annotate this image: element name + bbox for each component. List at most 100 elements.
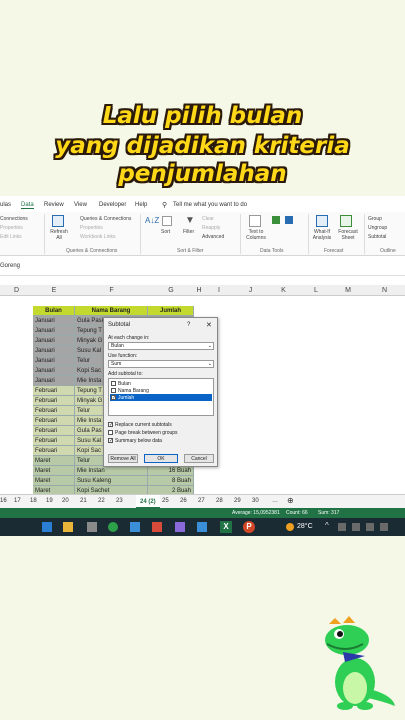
column-header-d[interactable]: D bbox=[0, 285, 33, 296]
taskbar-app-icon[interactable] bbox=[87, 522, 97, 532]
cancel-button[interactable]: Cancel bbox=[184, 454, 214, 463]
subtotal-button[interactable]: Subtotal bbox=[368, 234, 386, 240]
sheet-tab[interactable]: 19 bbox=[46, 498, 53, 504]
refresh-all-button[interactable]: Refresh All bbox=[50, 229, 68, 241]
table-cell[interactable]: Februari bbox=[33, 406, 75, 416]
sheet-tab[interactable]: 28 bbox=[216, 498, 223, 504]
group-button[interactable]: Group bbox=[368, 216, 382, 222]
table-header-jumlah[interactable]: Jumlah bbox=[148, 306, 194, 316]
column-header-f[interactable]: F bbox=[75, 285, 148, 296]
advanced-button[interactable]: Advanced bbox=[202, 234, 224, 240]
column-header-n[interactable]: N bbox=[364, 285, 405, 296]
table-cell[interactable]: Januari bbox=[33, 326, 75, 336]
column-header-g[interactable]: G bbox=[148, 285, 194, 296]
sheet-tab-active[interactable]: 24 (2) bbox=[136, 495, 160, 508]
table-cell[interactable]: Januari bbox=[33, 346, 75, 356]
workbook-links-button[interactable]: Workbook Links bbox=[80, 234, 115, 240]
checkbox-nama-barang[interactable] bbox=[111, 388, 116, 393]
table-header-bulan[interactable]: Bulan bbox=[33, 306, 75, 316]
table-cell[interactable]: Januari bbox=[33, 316, 75, 326]
sheet-tab[interactable]: 21 bbox=[80, 498, 87, 504]
table-cell[interactable]: Mie Instan bbox=[75, 466, 148, 476]
menu-developer[interactable]: Developer bbox=[99, 202, 126, 208]
table-header-nama-barang[interactable]: Nama Barang bbox=[75, 306, 148, 316]
sheet-tab[interactable]: 25 bbox=[162, 498, 169, 504]
text-to-columns-button[interactable]: Text to Columns bbox=[244, 229, 268, 241]
help-icon[interactable]: ? bbox=[187, 322, 190, 328]
volume-icon[interactable] bbox=[380, 523, 388, 531]
use-function-dropdown[interactable]: Sum ⌄ bbox=[108, 360, 214, 368]
table-cell[interactable]: Februari bbox=[33, 426, 75, 436]
tray-icon[interactable] bbox=[352, 523, 360, 531]
add-sheet-icon[interactable]: ⊕ bbox=[287, 496, 294, 505]
sheet-tab[interactable]: 17 bbox=[14, 498, 21, 504]
table-cell[interactable]: Februari bbox=[33, 446, 75, 456]
more-sheets-icon[interactable]: … bbox=[272, 498, 278, 504]
sort-button[interactable]: Sort bbox=[161, 229, 170, 235]
table-cell[interactable]: Februari bbox=[33, 436, 75, 446]
formula-bar[interactable]: Goreng bbox=[0, 256, 405, 276]
what-if-analysis-button[interactable]: What-If Analysis bbox=[311, 229, 333, 241]
replace-current-checkbox[interactable]: ✓ bbox=[108, 422, 113, 428]
column-header-m[interactable]: M bbox=[332, 285, 364, 296]
tell-me-search[interactable]: Tell me what you want to do bbox=[173, 202, 247, 208]
taskbar-app-icon[interactable] bbox=[175, 522, 185, 532]
table-cell[interactable]: 16 Buah bbox=[148, 466, 194, 476]
sheet-tab[interactable]: 22 bbox=[98, 498, 105, 504]
sheet-tab[interactable]: 18 bbox=[30, 498, 37, 504]
clear-button[interactable]: Clear bbox=[202, 216, 214, 222]
sheet-tab[interactable]: 27 bbox=[198, 498, 205, 504]
sheet-tab[interactable]: 23 bbox=[116, 498, 123, 504]
sheet-tab[interactable]: 16 bbox=[0, 498, 7, 504]
at-each-change-dropdown[interactable]: Bulan ⌄ bbox=[108, 342, 214, 350]
sheet-tab[interactable]: 26 bbox=[180, 498, 187, 504]
table-cell[interactable]: Januari bbox=[33, 366, 75, 376]
table-cell[interactable]: Maret bbox=[33, 466, 75, 476]
sheet-tab[interactable]: 29 bbox=[234, 498, 241, 504]
close-icon[interactable]: ✕ bbox=[206, 321, 212, 329]
column-header-i[interactable]: I bbox=[204, 285, 234, 296]
table-cell[interactable]: Maret bbox=[33, 456, 75, 466]
table-cell[interactable]: Susu Kaleng bbox=[75, 476, 148, 486]
menu-data[interactable]: Data bbox=[21, 202, 34, 209]
excel-taskbar-icon[interactable]: X bbox=[220, 521, 232, 533]
edit-links-button[interactable]: Edit Links bbox=[0, 234, 22, 240]
column-header-j[interactable]: J bbox=[234, 285, 267, 296]
ungroup-button[interactable]: Ungroup bbox=[368, 225, 387, 231]
table-cell[interactable]: Februari bbox=[33, 396, 75, 406]
table-cell[interactable]: Maret bbox=[33, 476, 75, 486]
add-subtotal-list[interactable]: Bulan Nama Barang ✓ Jumlah bbox=[108, 378, 214, 416]
table-cell[interactable]: Februari bbox=[33, 416, 75, 426]
table-cell[interactable]: Januari bbox=[33, 336, 75, 346]
page-break-checkbox[interactable] bbox=[108, 430, 113, 435]
checkbox-bulan[interactable] bbox=[111, 381, 116, 386]
taskbar-app-icon[interactable] bbox=[130, 522, 140, 532]
queries-connections-button[interactable]: Queries & Connections bbox=[80, 216, 131, 222]
column-header-e[interactable]: E bbox=[33, 285, 75, 296]
queries-properties-button[interactable]: Properties bbox=[80, 225, 103, 231]
filter-button[interactable]: Filter bbox=[183, 229, 194, 235]
menu-view[interactable]: View bbox=[74, 202, 87, 208]
column-header-k[interactable]: K bbox=[267, 285, 300, 296]
connections-button[interactable]: Connections bbox=[0, 216, 28, 222]
checkbox-jumlah[interactable]: ✓ bbox=[111, 395, 116, 401]
menu-help[interactable]: Help bbox=[135, 202, 147, 208]
table-cell[interactable]: Januari bbox=[33, 356, 75, 366]
tray-icon[interactable] bbox=[338, 523, 346, 531]
remove-all-button[interactable]: Remove All bbox=[108, 454, 138, 463]
table-cell[interactable]: Februari bbox=[33, 386, 75, 396]
properties-button[interactable]: Properties bbox=[0, 225, 23, 231]
summary-below-checkbox[interactable]: ✓ bbox=[108, 438, 113, 444]
ok-button[interactable]: OK bbox=[144, 454, 178, 463]
column-header-l[interactable]: L bbox=[300, 285, 332, 296]
menu-formulas[interactable]: ulas bbox=[0, 202, 11, 208]
table-cell[interactable]: 8 Buah bbox=[148, 476, 194, 486]
windows-start-icon[interactable] bbox=[42, 522, 52, 532]
chrome-icon[interactable] bbox=[108, 522, 118, 532]
tray-chevron-icon[interactable]: ^ bbox=[325, 521, 329, 530]
wifi-icon[interactable] bbox=[366, 523, 374, 531]
taskbar-app-icon[interactable] bbox=[197, 522, 207, 532]
file-explorer-icon[interactable] bbox=[63, 522, 73, 532]
powerpoint-taskbar-icon[interactable]: P bbox=[243, 521, 255, 533]
menu-review[interactable]: Review bbox=[44, 202, 64, 208]
